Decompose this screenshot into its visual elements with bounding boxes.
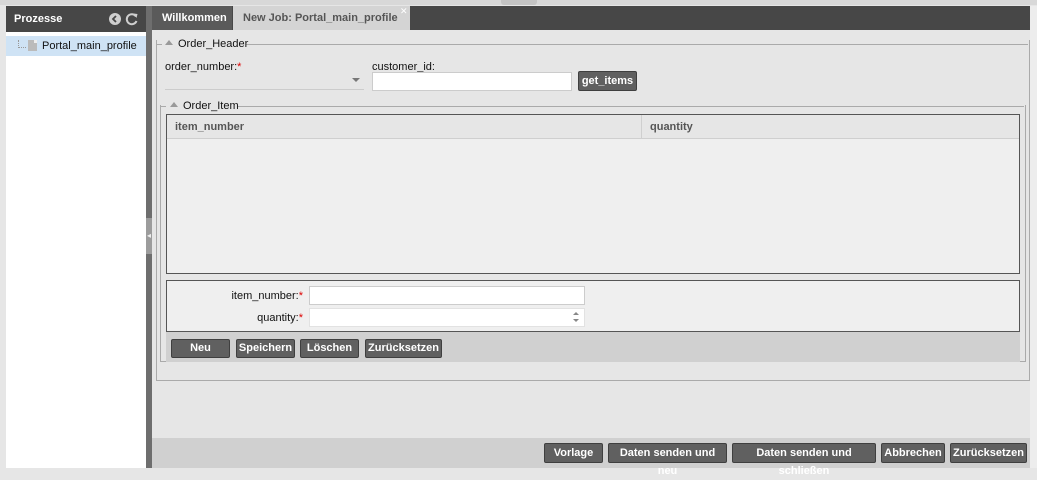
fieldset-border — [160, 106, 1024, 107]
process-tree: Portal_main_profile — [6, 32, 146, 468]
order-header-legend: Order_Header — [178, 38, 249, 50]
sidebar: Prozesse Portal_main_profile — [6, 6, 147, 468]
tab-bar: Willkommen New Job: Portal_main_profile … — [152, 6, 1030, 30]
chevron-down-icon[interactable] — [352, 78, 360, 82]
required-marker: * — [298, 312, 303, 324]
get-items-button[interactable]: get_items — [578, 71, 637, 91]
grid-header: item_number quantity — [167, 115, 1019, 139]
bottom-toolbar: Vorlage Daten senden und neu Daten sende… — [152, 438, 1030, 477]
required-marker: * — [237, 61, 242, 73]
tree-connector — [18, 40, 26, 48]
delete-button[interactable]: Löschen — [300, 339, 359, 358]
template-button[interactable]: Vorlage — [544, 443, 603, 463]
quantity-stepper[interactable] — [309, 308, 585, 327]
chevron-left-icon: ◂ — [147, 231, 152, 240]
tab-new-job[interactable]: New Job: Portal_main_profile — [233, 6, 410, 30]
reset-button[interactable]: Zurücksetzen — [950, 443, 1027, 463]
sidebar-title: Prozesse — [14, 13, 63, 25]
item-edit-panel: item_number:* quantity:* — [166, 280, 1020, 332]
tab-willkommen[interactable]: Willkommen — [152, 6, 232, 30]
order-number-select[interactable] — [165, 89, 364, 90]
order-item-grid: item_number quantity — [166, 114, 1020, 274]
column-header-item-number[interactable]: item_number — [175, 121, 244, 133]
reset-item-button[interactable]: Zurücksetzen — [365, 339, 442, 358]
send-and-close-button[interactable]: Daten senden und schließen — [732, 443, 876, 477]
send-and-new-button[interactable]: Daten senden und neu — [608, 443, 727, 477]
item-toolbar: Neu Speichern Löschen Zurücksetzen — [166, 332, 1020, 362]
close-icon[interactable]: ✕ — [400, 7, 408, 16]
item-number-label: item_number:* — [231, 290, 303, 302]
save-button[interactable]: Speichern — [236, 339, 295, 358]
tab-new-job-label: New Job: Portal_main_profile — [243, 12, 398, 24]
customer-id-input[interactable] — [372, 72, 572, 91]
collapse-triangle-icon[interactable] — [165, 40, 173, 45]
column-separator[interactable] — [641, 115, 642, 138]
required-marker: * — [298, 290, 303, 302]
fieldset-border — [156, 44, 1028, 45]
column-header-quantity[interactable]: quantity — [650, 121, 693, 133]
reload-icon[interactable] — [125, 12, 139, 26]
new-button[interactable]: Neu — [171, 339, 230, 358]
order-item-legend: Order_Item — [183, 100, 239, 112]
top-collapse-handle[interactable] — [501, 0, 537, 5]
order-number-label: order_number:* — [165, 61, 242, 73]
back-icon[interactable] — [109, 13, 121, 25]
sidebar-header: Prozesse — [6, 6, 146, 32]
document-icon — [28, 40, 37, 51]
tree-item-label: Portal_main_profile — [42, 40, 137, 52]
tree-item-portal-main-profile[interactable]: Portal_main_profile — [6, 36, 146, 56]
cancel-button[interactable]: Abbrechen — [881, 443, 945, 463]
item-number-input[interactable] — [309, 286, 585, 305]
right-edge — [1030, 6, 1037, 468]
quantity-label: quantity:* — [257, 312, 303, 324]
collapse-triangle-icon[interactable] — [170, 102, 178, 107]
spinner-icon[interactable] — [571, 310, 581, 324]
job-form: Order_Header order_number:* customer_id:… — [152, 30, 1030, 438]
